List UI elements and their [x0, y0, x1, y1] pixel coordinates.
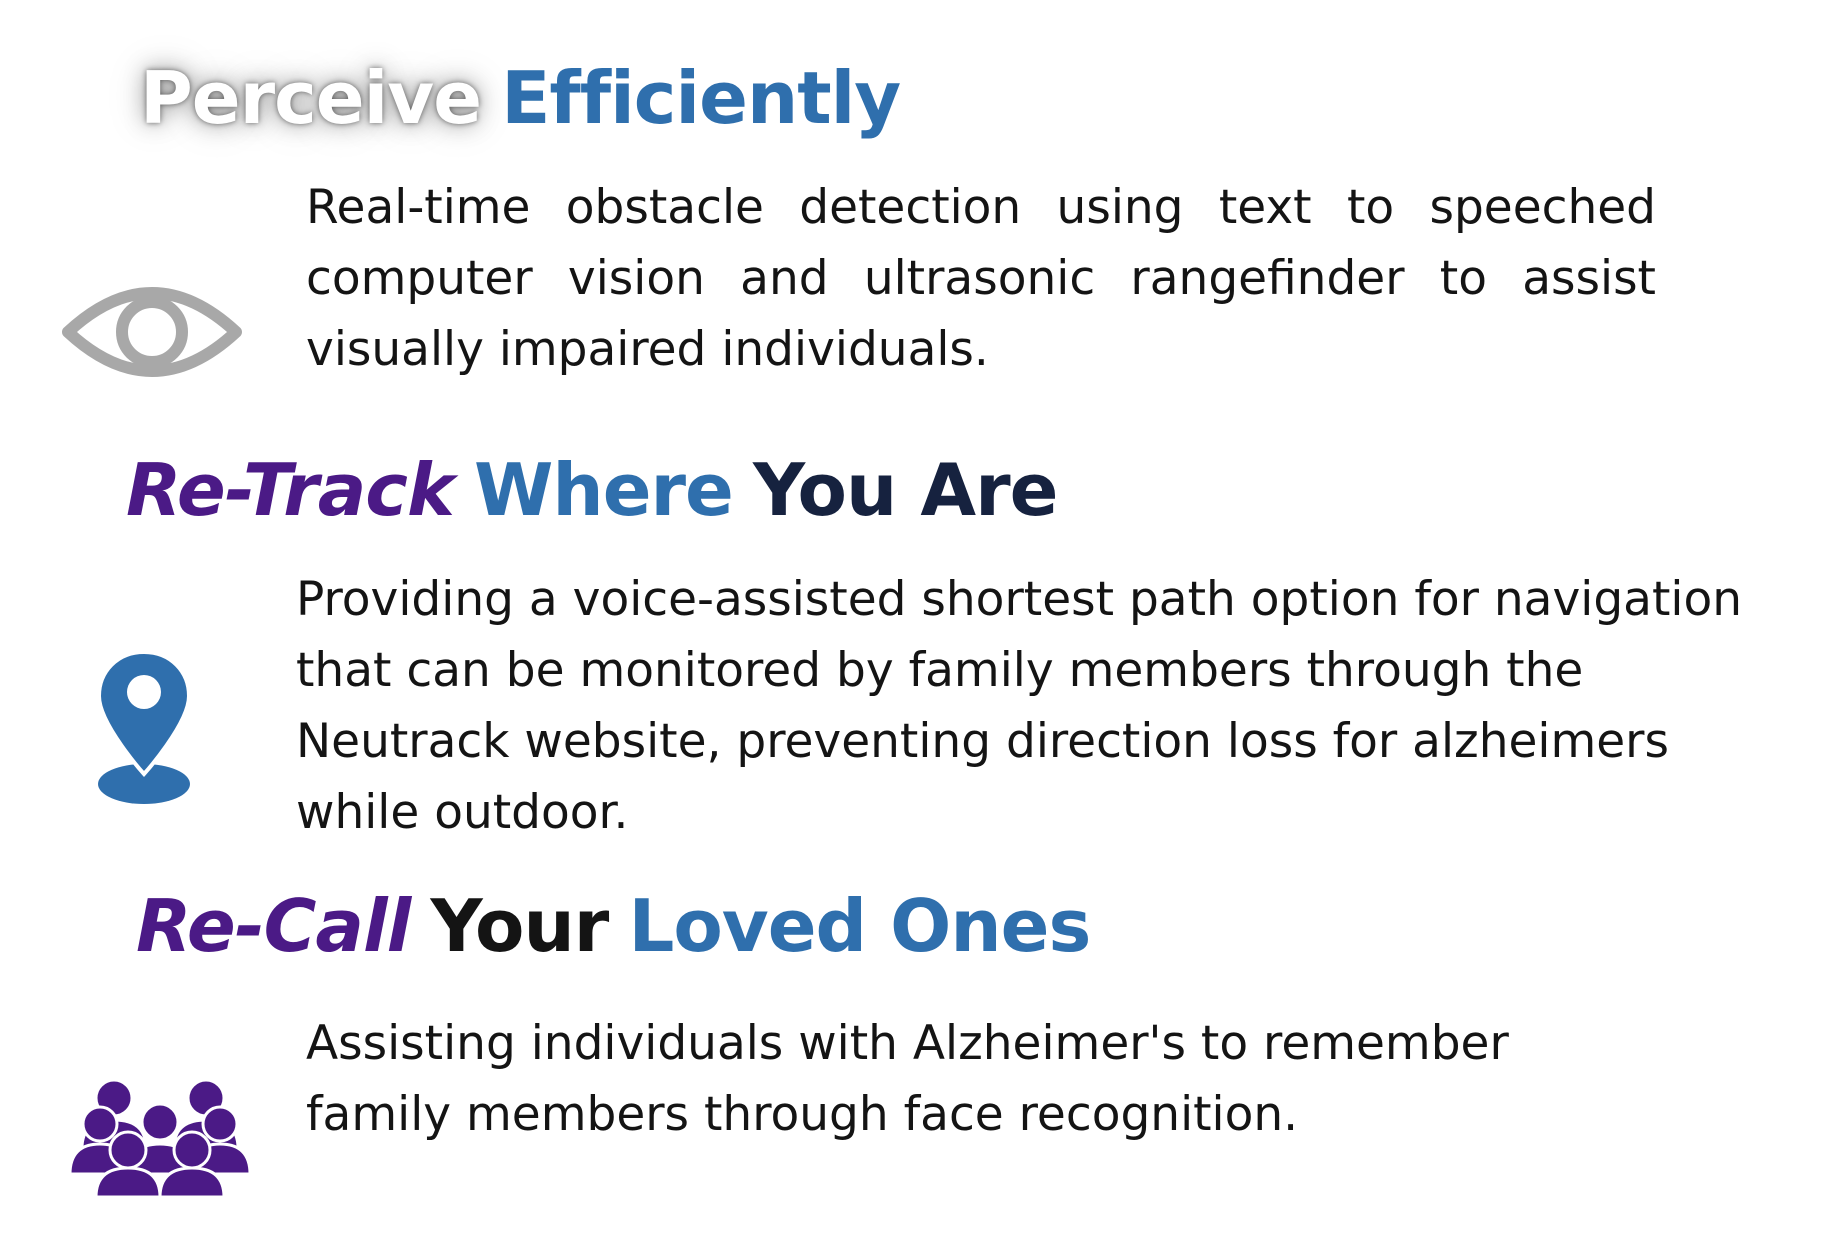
heading-word-efficiently: Efficiently	[501, 56, 901, 140]
heading-word-perceive: Perceive	[140, 56, 482, 140]
section-perceive-heading: Perceive Efficiently	[140, 56, 901, 140]
section-retrack-heading: Re-Track Where You Are	[126, 448, 1058, 532]
map-pin-icon	[96, 649, 192, 804]
heading-word-your: Your	[430, 884, 610, 968]
heading-word-recall: Re-Call	[136, 884, 411, 968]
heading-word-retrack: Re-Track	[126, 448, 455, 532]
people-group-icon	[70, 1078, 250, 1198]
heading-word-loved-ones: Loved Ones	[628, 884, 1091, 968]
section-recall-heading: Re-Call Your Loved Ones	[136, 884, 1091, 968]
eye-icon	[62, 287, 242, 377]
section-recall-description: Assisting individuals with Alzheimer's t…	[306, 1016, 1509, 1142]
heading-word-you-are: You Are	[753, 448, 1058, 532]
section-perceive-description: Real-time obstacle detection using text …	[306, 180, 1656, 377]
section-retrack-description: Providing a voice-assisted shortest path…	[296, 572, 1743, 840]
heading-word-where: Where	[474, 448, 734, 532]
